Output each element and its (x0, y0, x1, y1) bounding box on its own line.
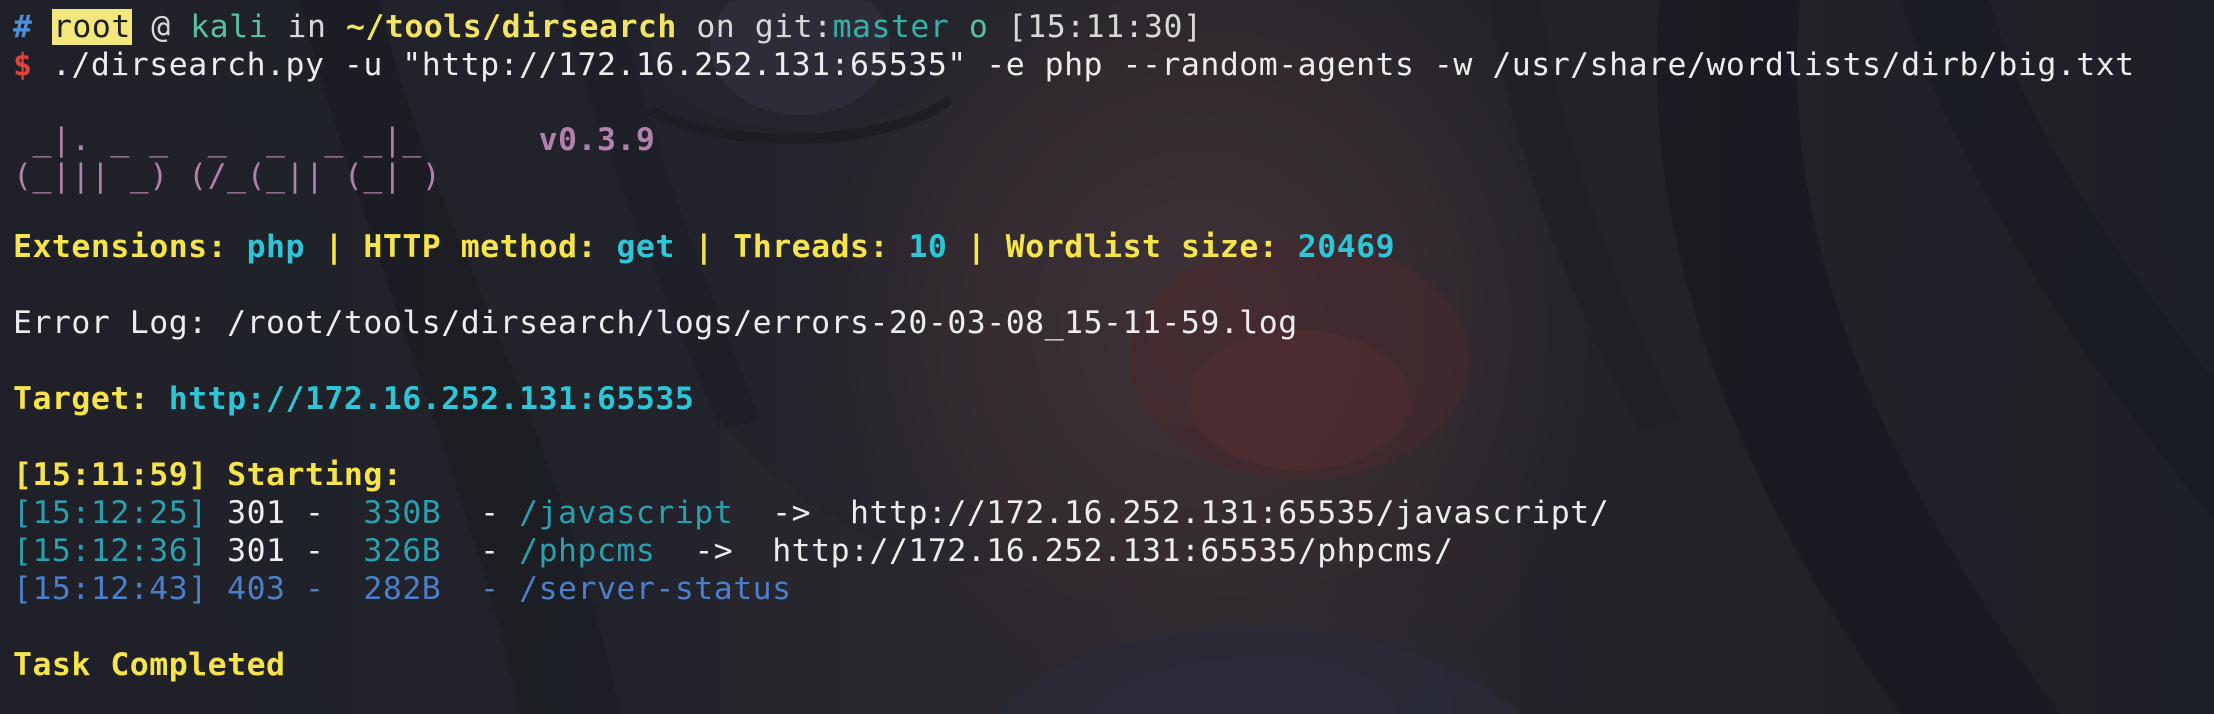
result-path: /phpcms (519, 533, 656, 569)
result-arrow: -> (772, 495, 812, 531)
http-method-label: HTTP method: (363, 229, 597, 265)
result-status: 301 (227, 495, 286, 531)
result-row: [15:12:43] 403 - 282B - /server-status (13, 571, 792, 607)
result-arrow: -> (694, 533, 734, 569)
config-separator: | (966, 229, 987, 265)
target-line: Target: http://172.16.252.131:65535 (13, 380, 2214, 418)
error-log-label: Error Log: (13, 305, 208, 341)
result-status: 301 (227, 533, 286, 569)
prompt-cwd: ~/tools/dirsearch (345, 9, 677, 45)
start-label: Starting: (227, 457, 403, 493)
config-line: Extensions: php | HTTP method: get | Thr… (13, 228, 2214, 266)
dirsearch-banner: _|. _ _ _ _ _ _|_ v0.3.9 (_||| _) (/_(_|… (13, 122, 2214, 194)
prompt-git-prefix: git: (754, 9, 833, 45)
start-time: [15:11:59] (13, 457, 208, 493)
result-path: /javascript (519, 495, 734, 531)
result-size: 326B (363, 533, 442, 569)
banner-ascii-line-2: (_||| _) (/_(_|| (_| ) (13, 158, 2214, 194)
threads-value: 10 (908, 229, 948, 265)
prompt-user: root (51, 9, 132, 45)
extensions-label: Extensions: (13, 229, 228, 265)
shell-prompt-line: # root @ kali in ~/tools/dirsearch on gi… (13, 8, 2214, 46)
task-completed-line: Task Completed (13, 646, 2214, 684)
command-line: $ ./dirsearch.py -u "http://172.16.252.1… (13, 46, 2214, 84)
starting-line: [15:11:59] Starting: (13, 456, 2214, 494)
config-separator: | (694, 229, 714, 265)
http-method-value: get (616, 229, 675, 265)
prompt-hash: # (13, 9, 33, 45)
banner-ascii-text-2: (_||| _) (/_(_|| (_| ) (13, 158, 442, 194)
banner-ascii-line-1: _|. _ _ _ _ _ _|_ v0.3.9 (13, 122, 2214, 158)
command-text: ./dirsearch.py -u "http://172.16.252.131… (51, 47, 2135, 83)
result-row: [15:12:36] 301 - 326B - /phpcms -> http:… (13, 533, 1454, 569)
result-size: 282B (363, 571, 442, 607)
result-status: 403 (227, 571, 286, 607)
result-time: [15:12:25] (13, 495, 208, 531)
prompt-git-status: o (968, 9, 989, 45)
wordlist-size-value: 20469 (1297, 229, 1396, 265)
threads-label: Threads: (733, 229, 889, 265)
result-time: [15:12:43] (13, 571, 208, 607)
prompt-time: [15:11:30] (1007, 9, 1203, 45)
result-redirect: http://172.16.252.131:65535/phpcms/ (772, 533, 1454, 569)
prompt-host: kali (190, 9, 269, 45)
prompt-at: @ (151, 9, 171, 45)
task-completed-text: Task Completed (13, 647, 286, 683)
prompt-in: in (287, 9, 327, 45)
error-log-path: /root/tools/dirsearch/logs/errors-20-03-… (227, 305, 1298, 341)
config-separator: | (324, 229, 344, 265)
target-url: http://172.16.252.131:65535 (168, 381, 695, 417)
prompt-on: on (696, 9, 736, 45)
result-size: 330B (363, 495, 442, 531)
prompt-git-branch: master (832, 9, 950, 45)
target-label: Target: (13, 381, 150, 417)
result-path: /server-status (519, 571, 792, 607)
result-redirect: http://172.16.252.131:65535/javascript/ (850, 495, 1610, 531)
banner-ascii-text-1: _|. _ _ _ _ _ _|_ (13, 122, 422, 158)
error-log-line: Error Log: /root/tools/dirsearch/logs/er… (13, 304, 2214, 342)
result-time: [15:12:36] (13, 533, 208, 569)
extensions-value: php (246, 229, 305, 265)
command-dollar: $ (13, 47, 33, 83)
result-row: [15:12:25] 301 - 330B - /javascript -> h… (13, 495, 1610, 531)
terminal-output[interactable]: # root @ kali in ~/tools/dirsearch on gi… (13, 8, 2214, 684)
wordlist-size-label: Wordlist size: (1005, 229, 1279, 265)
banner-version: v0.3.9 (538, 122, 656, 158)
